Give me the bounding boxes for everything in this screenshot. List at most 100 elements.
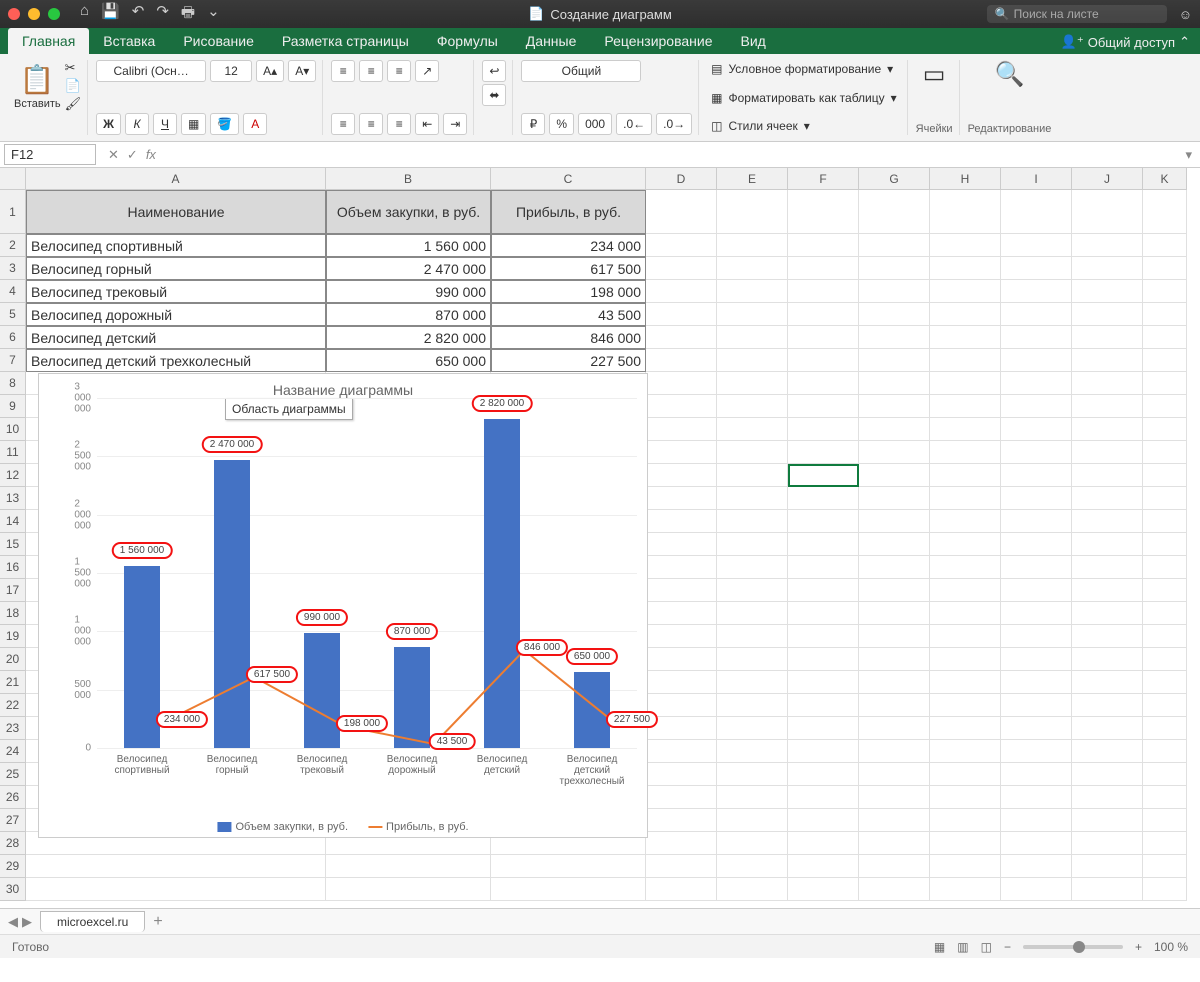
cell[interactable] xyxy=(1143,190,1187,234)
cell[interactable] xyxy=(646,832,717,855)
format-as-table-button[interactable]: ▦Форматировать как таблицу ▾ xyxy=(707,89,901,107)
cell[interactable] xyxy=(1143,717,1187,740)
cell[interactable] xyxy=(717,694,788,717)
cell[interactable] xyxy=(1001,190,1072,234)
cell[interactable] xyxy=(717,625,788,648)
cell[interactable] xyxy=(930,556,1001,579)
cell[interactable] xyxy=(1001,694,1072,717)
cell[interactable] xyxy=(859,694,930,717)
cell[interactable] xyxy=(717,190,788,234)
row-header[interactable]: 13 xyxy=(0,487,26,510)
col-header[interactable]: E xyxy=(717,168,788,190)
cell[interactable] xyxy=(1072,257,1143,280)
cell[interactable] xyxy=(1143,579,1187,602)
cell[interactable] xyxy=(930,257,1001,280)
cell[interactable] xyxy=(788,579,859,602)
cell[interactable] xyxy=(1072,372,1143,395)
cell[interactable] xyxy=(1001,349,1072,372)
cell[interactable] xyxy=(646,694,717,717)
cell[interactable] xyxy=(1143,602,1187,625)
cell[interactable] xyxy=(646,579,717,602)
cell[interactable] xyxy=(717,257,788,280)
close-icon[interactable] xyxy=(8,8,20,20)
view-break-icon[interactable]: ◫ xyxy=(981,940,992,954)
comma-button[interactable]: 000 xyxy=(578,113,612,135)
cell[interactable] xyxy=(930,234,1001,257)
borders-button[interactable]: ▦ xyxy=(181,113,206,135)
cell[interactable] xyxy=(646,556,717,579)
cell[interactable] xyxy=(26,878,326,901)
col-header[interactable]: D xyxy=(646,168,717,190)
cell[interactable] xyxy=(930,418,1001,441)
cell[interactable] xyxy=(717,372,788,395)
cell[interactable] xyxy=(930,190,1001,234)
print-icon[interactable]: 🖶 xyxy=(181,2,195,27)
cell[interactable] xyxy=(788,326,859,349)
cell[interactable] xyxy=(1143,786,1187,809)
cell[interactable] xyxy=(930,809,1001,832)
cell[interactable] xyxy=(788,418,859,441)
cell[interactable] xyxy=(717,441,788,464)
cell[interactable] xyxy=(1001,648,1072,671)
cell[interactable] xyxy=(1143,280,1187,303)
cell[interactable] xyxy=(646,740,717,763)
row-header[interactable]: 6 xyxy=(0,326,26,349)
align-middle-button[interactable]: ≡ xyxy=(359,60,383,82)
indent-inc-button[interactable]: ⇥ xyxy=(443,113,467,135)
cell[interactable] xyxy=(1072,510,1143,533)
cell[interactable] xyxy=(1143,533,1187,556)
cell[interactable] xyxy=(859,763,930,786)
cell[interactable] xyxy=(1072,533,1143,556)
cell[interactable]: 617 500 xyxy=(491,257,646,280)
row-header[interactable]: 21 xyxy=(0,671,26,694)
cell[interactable] xyxy=(1143,878,1187,901)
row-header[interactable]: 10 xyxy=(0,418,26,441)
cell[interactable] xyxy=(1001,625,1072,648)
cell[interactable] xyxy=(1143,303,1187,326)
cell[interactable] xyxy=(930,372,1001,395)
cell[interactable] xyxy=(930,602,1001,625)
zoom-in-button[interactable]: + xyxy=(1135,940,1142,954)
cell[interactable] xyxy=(788,763,859,786)
cell[interactable] xyxy=(717,395,788,418)
cell[interactable] xyxy=(1001,786,1072,809)
cell[interactable]: Наименование xyxy=(26,190,326,234)
cell[interactable] xyxy=(1001,602,1072,625)
cell[interactable] xyxy=(1072,487,1143,510)
cell[interactable] xyxy=(788,349,859,372)
cell[interactable] xyxy=(646,326,717,349)
cell[interactable] xyxy=(788,257,859,280)
cell[interactable] xyxy=(646,464,717,487)
cell[interactable] xyxy=(1143,763,1187,786)
cell[interactable] xyxy=(26,855,326,878)
cell[interactable] xyxy=(1001,418,1072,441)
cell[interactable] xyxy=(930,487,1001,510)
bold-button[interactable]: Ж xyxy=(96,113,121,135)
cell[interactable] xyxy=(717,234,788,257)
cell[interactable] xyxy=(930,510,1001,533)
zoom-out-button[interactable]: − xyxy=(1004,940,1011,954)
align-bottom-button[interactable]: ≡ xyxy=(387,60,411,82)
cell[interactable] xyxy=(1001,395,1072,418)
cell[interactable] xyxy=(717,602,788,625)
cell[interactable] xyxy=(1001,740,1072,763)
cell[interactable]: 234 000 xyxy=(491,234,646,257)
row-header[interactable]: 5 xyxy=(0,303,26,326)
cell[interactable] xyxy=(788,487,859,510)
cell[interactable] xyxy=(788,832,859,855)
cell[interactable] xyxy=(1072,809,1143,832)
cell[interactable] xyxy=(930,832,1001,855)
cell[interactable] xyxy=(646,763,717,786)
spreadsheet-grid[interactable]: ABCDEFGHIJK 1234567891011121314151617181… xyxy=(0,168,1200,908)
cell[interactable] xyxy=(1072,855,1143,878)
view-normal-icon[interactable]: ▦ xyxy=(934,940,945,954)
cell[interactable] xyxy=(717,809,788,832)
cell[interactable] xyxy=(859,533,930,556)
cell[interactable] xyxy=(930,464,1001,487)
col-header[interactable]: F xyxy=(788,168,859,190)
cell[interactable] xyxy=(717,648,788,671)
cell[interactable] xyxy=(1001,878,1072,901)
row-header[interactable]: 14 xyxy=(0,510,26,533)
row-header[interactable]: 22 xyxy=(0,694,26,717)
row-header[interactable]: 19 xyxy=(0,625,26,648)
